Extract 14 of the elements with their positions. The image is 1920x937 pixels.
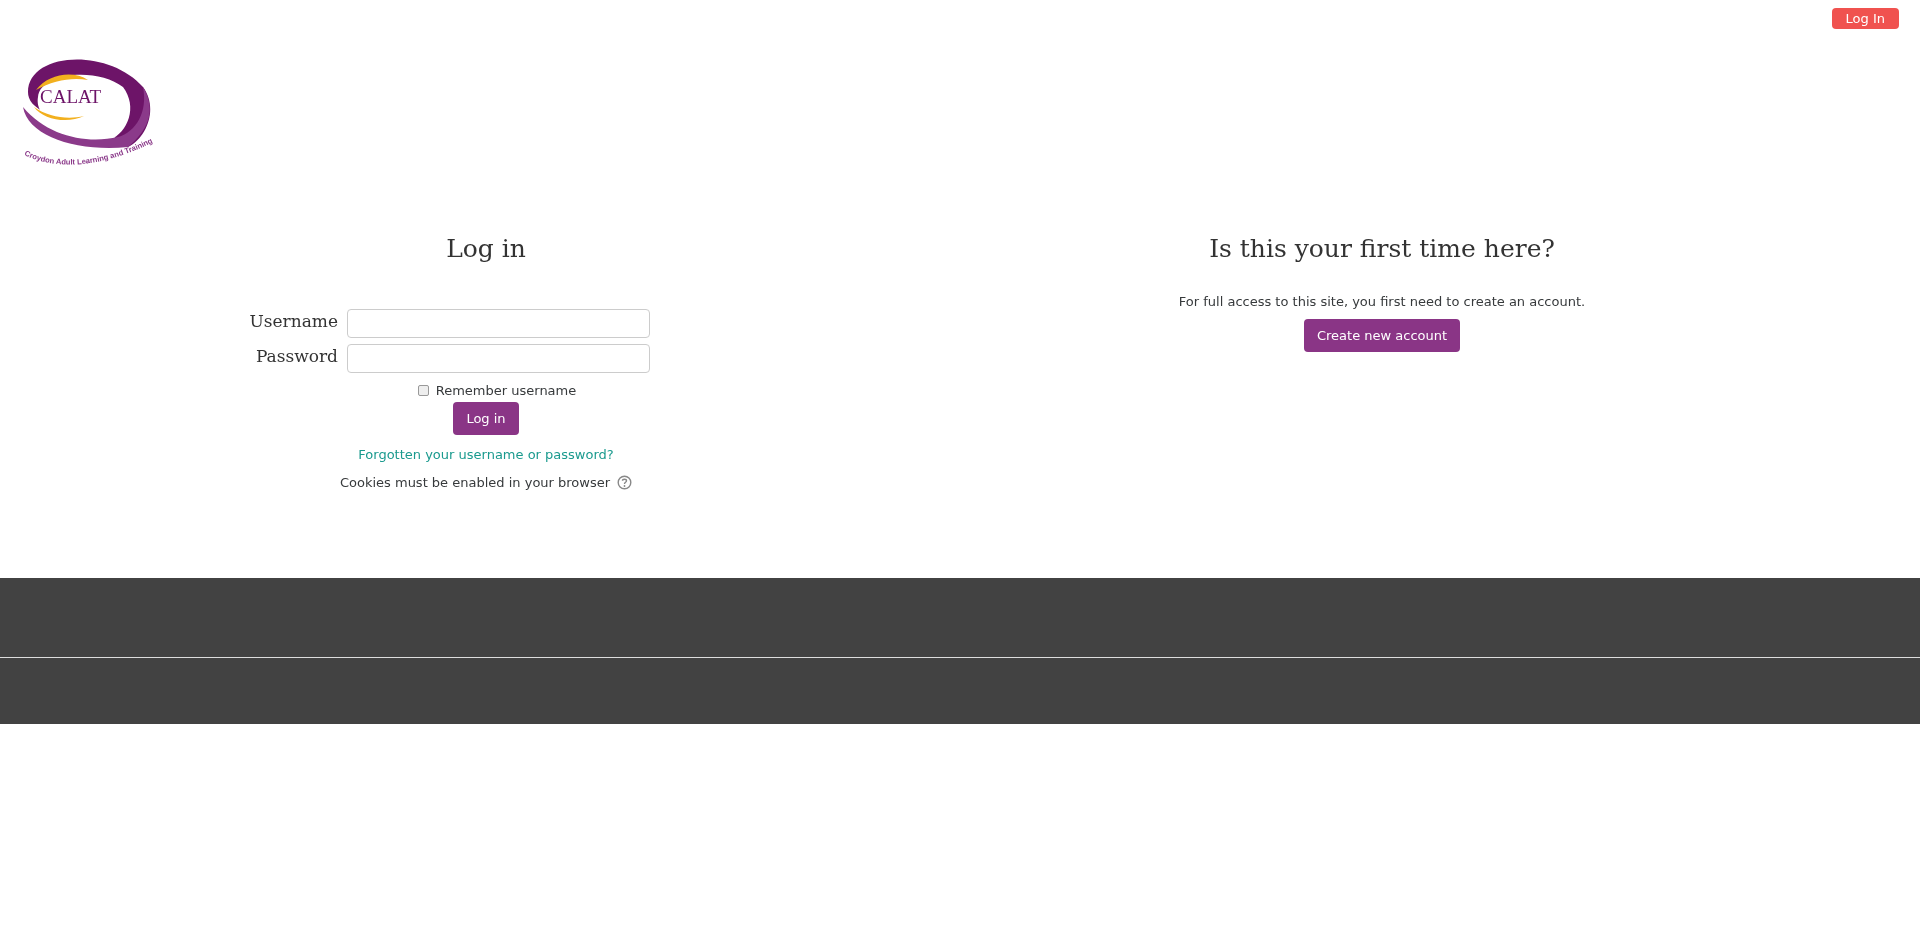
signup-title: Is this your first time here? [1209, 234, 1555, 263]
login-submit-button[interactable]: Log in [453, 402, 519, 435]
help-icon[interactable] [617, 475, 633, 490]
input-field[interactable] [347, 344, 650, 373]
signup-text: For full access to this site, you first need to create an account. [1178, 294, 1586, 309]
field-label: Username [248, 310, 338, 331]
cookies-note: Cookies must be enabled in your browser [339, 475, 611, 490]
forgot-password-link[interactable]: Forgotten your username or password? [358, 447, 614, 462]
checkbox[interactable] [417, 385, 429, 396]
login-title: Log in [446, 234, 526, 263]
checkbox-label: Remember username [435, 383, 577, 398]
create-account-button[interactable]: Create new account [1303, 319, 1461, 352]
input-field[interactable] [347, 309, 650, 338]
field-label: Password [254, 345, 338, 366]
